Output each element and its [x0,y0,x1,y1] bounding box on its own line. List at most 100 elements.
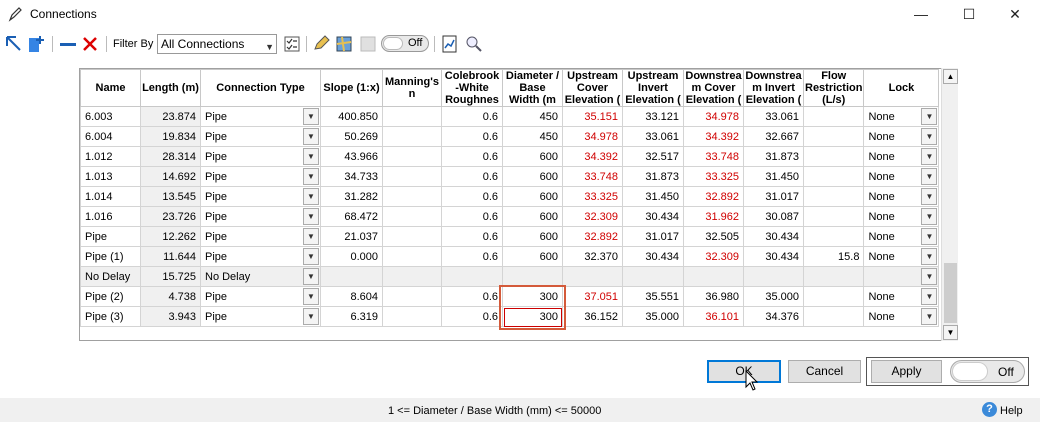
cell-slope[interactable]: 34.733 [320,166,383,187]
chevron-down-icon[interactable]: ▼ [921,308,938,325]
cell-ds-invert[interactable]: 30.434 [743,226,804,247]
cell-manning[interactable] [382,246,442,267]
cell-ctype[interactable]: Pipe ▼ [200,166,321,187]
cell-lock[interactable]: None ▼ [863,246,940,267]
header-upstream-cover[interactable]: Upstream Cover Elevation ( [562,69,623,107]
cell-us-invert[interactable] [622,266,684,287]
cell-name[interactable]: Pipe (2) [80,286,141,307]
cell-lock[interactable]: None ▼ [863,186,940,207]
cell-us-cover[interactable]: 37.051 [562,286,623,307]
cell-ds-cover[interactable]: 34.392 [683,126,744,147]
cell-length[interactable]: 28.314 [140,146,201,167]
map-icon[interactable] [334,34,354,54]
cell-ctype[interactable]: Pipe ▼ [200,106,321,127]
cell-ds-invert[interactable]: 31.017 [743,186,804,207]
cell-manning[interactable] [382,266,442,287]
cell-name[interactable]: 1.014 [80,186,141,207]
cell-length[interactable]: 15.725 [140,266,201,287]
cell-us-cover[interactable]: 32.370 [562,246,623,267]
cell-flow[interactable] [802,206,865,227]
cell-us-invert[interactable]: 30.434 [622,246,684,267]
cell-ctype[interactable]: Pipe ▼ [200,206,321,227]
apply-button[interactable]: Apply [871,360,942,383]
cell-ctype[interactable]: Pipe ▼ [200,286,321,307]
header-name[interactable]: Name [80,69,141,107]
cell-us-cover[interactable]: 36.152 [562,306,623,327]
cell-manning[interactable] [382,226,442,247]
cell-colebrook[interactable]: 0.6 [441,226,503,247]
cell-us-invert[interactable]: 33.061 [622,126,684,147]
cell-us-cover[interactable]: 32.309 [562,206,623,227]
close-button[interactable]: ✕ [992,0,1038,28]
cell-manning[interactable] [382,286,442,307]
cell-flow[interactable]: 15.8 [802,246,865,267]
chevron-down-icon[interactable]: ▼ [921,108,938,125]
header-flow-restriction[interactable]: Flow Restriction (L/s) [802,69,865,107]
cell-flow[interactable] [802,266,865,287]
grid-vertical-scrollbar[interactable]: ▲ ▼ [941,68,958,341]
cell-slope[interactable]: 400.850 [320,106,383,127]
header-connection-type[interactable]: Connection Type [200,69,321,107]
cell-diameter[interactable]: 300 [502,286,563,307]
chevron-down-icon[interactable]: ▼ [921,208,938,225]
cell-name[interactable]: 1.016 [80,206,141,227]
chevron-down-icon[interactable]: ▼ [303,128,319,145]
cell-us-invert[interactable]: 33.121 [622,106,684,127]
chevron-down-icon[interactable]: ▼ [921,228,938,245]
cell-ds-cover[interactable]: 32.309 [683,246,744,267]
delete-icon[interactable] [80,34,100,54]
cell-lock[interactable]: None ▼ [863,106,940,127]
cell-slope[interactable]: 31.282 [320,186,383,207]
cell-name[interactable]: 1.012 [80,146,141,167]
cell-us-invert[interactable]: 35.551 [622,286,684,307]
cell-colebrook[interactable] [441,266,503,287]
cell-diameter[interactable]: 600 [502,146,563,167]
table-row[interactable]: 6.003 23.874 Pipe ▼ 400.850 0.6 450 35.151 33.12… [80,106,940,127]
chevron-down-icon[interactable]: ▼ [303,248,319,265]
cell-lock[interactable]: None ▼ [863,306,940,327]
cell-ds-cover[interactable]: 33.325 [683,166,744,187]
cell-us-invert[interactable]: 32.517 [622,146,684,167]
ok-button[interactable]: OK [707,360,781,383]
scroll-up-icon[interactable]: ▲ [943,69,958,84]
cell-colebrook[interactable]: 0.6 [441,166,503,187]
cell-diameter[interactable]: 600 [502,206,563,227]
cell-length[interactable]: 23.726 [140,206,201,227]
cell-slope[interactable]: 21.037 [320,226,383,247]
cell-colebrook[interactable]: 0.6 [441,206,503,227]
connections-grid[interactable]: Name Length (m) Connection Type Slope (1… [79,68,958,341]
cell-us-invert[interactable]: 35.000 [622,306,684,327]
cell-ds-invert[interactable]: 30.434 [743,246,804,267]
chevron-down-icon[interactable]: ▼ [921,168,938,185]
cell-ctype[interactable]: Pipe ▼ [200,186,321,207]
header-downstream-cover[interactable]: Downstrea m Cover Elevation ( [683,69,744,107]
cell-us-cover[interactable]: 33.325 [562,186,623,207]
cell-manning[interactable] [382,306,442,327]
cell-slope[interactable]: 0.000 [320,246,383,267]
cell-ctype[interactable]: Pipe ▼ [200,246,321,267]
cell-slope[interactable] [320,266,383,287]
cell-ds-cover[interactable]: 34.978 [683,106,744,127]
cell-ds-cover[interactable]: 32.892 [683,186,744,207]
cell-manning[interactable] [382,126,442,147]
cell-ds-invert[interactable]: 34.376 [743,306,804,327]
cell-lock[interactable]: ▼ [863,266,940,287]
chevron-down-icon[interactable]: ▼ [303,228,319,245]
cell-name[interactable]: Pipe (1) [80,246,141,267]
cell-ds-invert[interactable]: 31.450 [743,166,804,187]
table-row[interactable]: No Delay 15.725 No Delay ▼ ▼ [80,266,940,287]
header-lock[interactable]: Lock [863,69,940,107]
cell-slope[interactable]: 50.269 [320,126,383,147]
cell-diameter[interactable]: 600 [502,246,563,267]
cell-us-cover[interactable] [562,266,623,287]
chevron-down-icon[interactable]: ▼ [921,148,938,165]
help-link[interactable]: Help [1000,405,1023,417]
cell-manning[interactable] [382,186,442,207]
header-diameter[interactable]: Diameter / Base Width (m [502,69,563,107]
table-row[interactable]: 1.013 14.692 Pipe ▼ 34.733 0.6 600 33.748 31.873… [80,166,940,187]
cell-ctype[interactable]: Pipe ▼ [200,146,321,167]
cell-flow[interactable] [802,146,865,167]
cell-length[interactable]: 11.644 [140,246,201,267]
cell-slope[interactable]: 6.319 [320,306,383,327]
chevron-down-icon[interactable]: ▼ [303,288,319,305]
